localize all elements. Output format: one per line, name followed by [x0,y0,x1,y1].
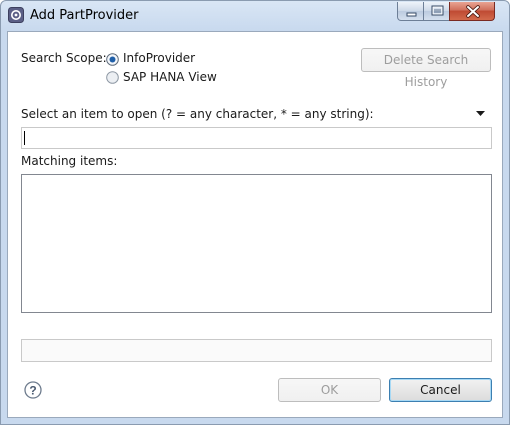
ok-button[interactable]: OK [278,378,381,402]
search-input[interactable] [21,127,492,149]
maximize-button[interactable] [423,2,450,21]
question-icon: ? [29,384,36,398]
help-button[interactable]: ? [24,381,42,399]
minimize-icon [406,12,417,17]
status-field [21,339,492,362]
radio-infoprovider-label[interactable]: InfoProvider [123,51,195,65]
matching-items-list[interactable] [21,174,492,313]
radio-sap-hana-view-label[interactable]: SAP HANA View [123,70,217,84]
close-icon [466,5,480,18]
dialog-window: Add PartProvider Search Scope: InfoProvi… [0,0,510,425]
matching-items-label: Matching items: [21,154,118,168]
title-bar[interactable]: Add PartProvider [1,1,509,31]
window-title: Add PartProvider [30,8,139,23]
select-item-prompt: Select an item to open (? = any characte… [21,107,374,121]
radio-infoprovider[interactable] [106,53,119,66]
cancel-button[interactable]: Cancel [389,378,492,402]
delete-search-history-button[interactable]: Delete Search History [361,48,491,89]
text-caret [24,131,25,145]
minimize-button[interactable] [397,2,424,21]
close-button[interactable] [449,2,495,21]
app-icon [8,7,24,23]
chevron-down-icon[interactable] [476,111,485,117]
dialog-body: Search Scope: InfoProvider SAP HANA View… [7,31,503,418]
maximize-icon [431,5,444,16]
search-scope-label: Search Scope: [21,51,107,65]
radio-sap-hana-view[interactable] [106,71,119,84]
